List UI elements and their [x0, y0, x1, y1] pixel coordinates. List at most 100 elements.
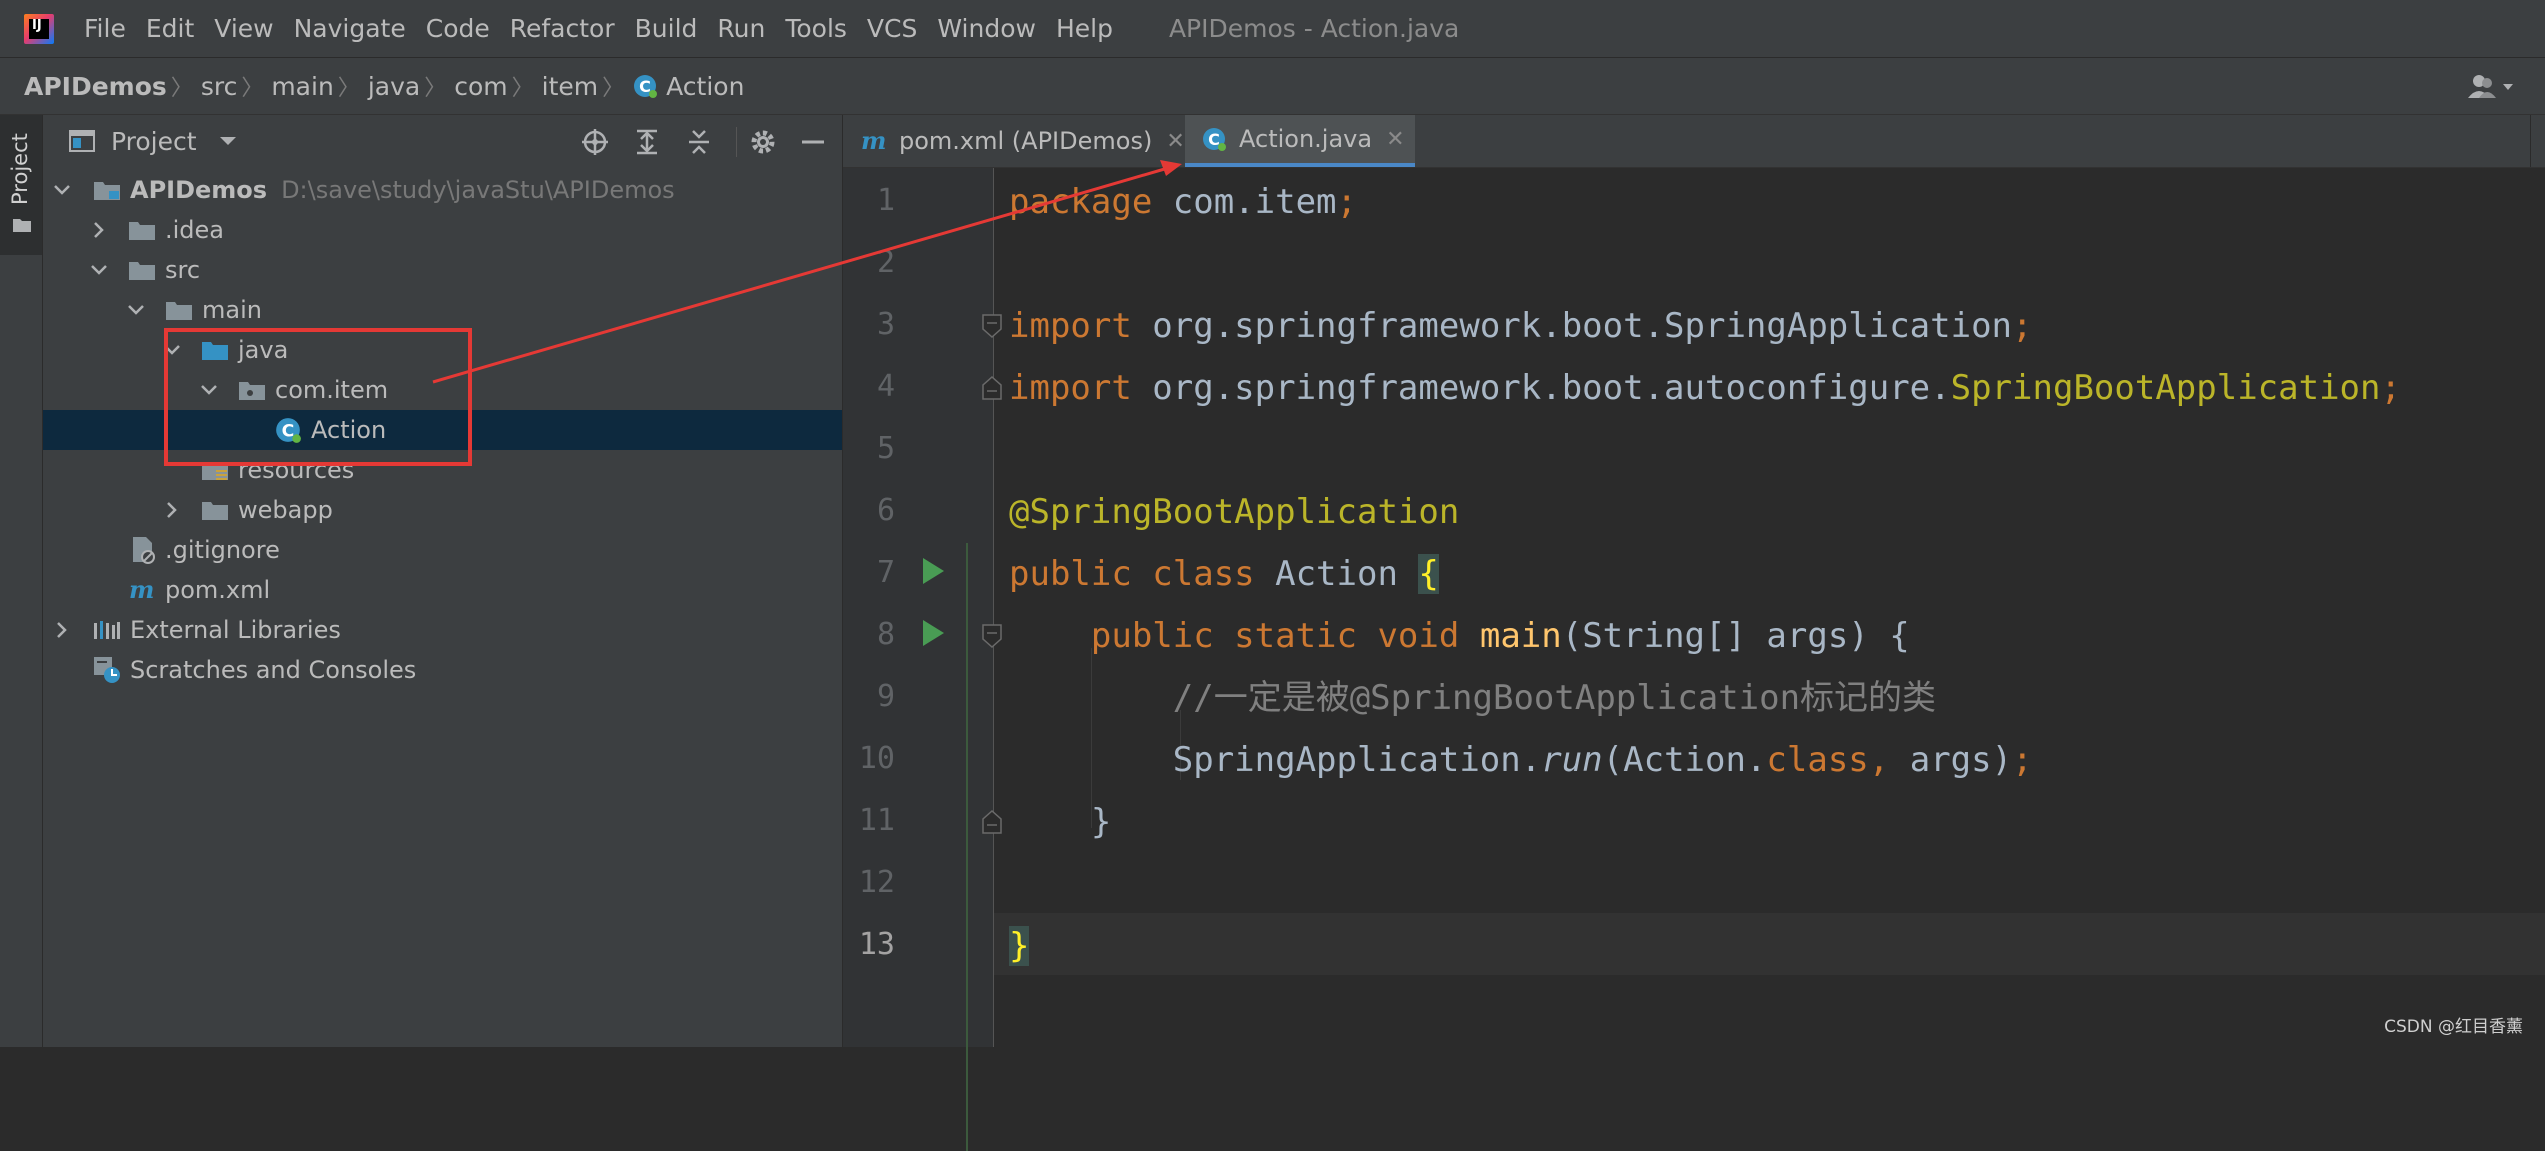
chevron-down-icon[interactable]	[90, 261, 108, 279]
tab-action-java[interactable]: C Action.java ✕	[1185, 115, 1415, 167]
keyword: public static void	[1090, 616, 1460, 656]
tree-label: src	[165, 256, 201, 284]
tree-label: java	[238, 336, 289, 364]
chevron-down-icon[interactable]	[200, 381, 218, 399]
fold-marker-icon[interactable]	[981, 375, 1003, 401]
breadcrumb-java[interactable]: java	[368, 72, 420, 101]
fold-marker-icon[interactable]	[981, 809, 1003, 835]
semicolon: ;	[1336, 182, 1358, 222]
menu-file[interactable]: File	[84, 14, 126, 43]
tree-item-gitignore[interactable]: .gitignore	[43, 530, 842, 570]
method-signature: (String[] args) {	[1561, 616, 1910, 656]
tree-label: com.item	[275, 376, 389, 404]
collapse-all-icon[interactable]	[684, 127, 714, 157]
line-number: 4	[876, 369, 895, 404]
menu-run[interactable]: Run	[717, 14, 765, 43]
resources-folder-icon	[202, 462, 228, 480]
menu-edit[interactable]: Edit	[146, 14, 194, 43]
tree-item-package[interactable]: com.item	[43, 370, 842, 410]
breadcrumb-src[interactable]: src	[201, 72, 238, 101]
close-icon[interactable]: ✕	[1166, 129, 1184, 154]
matched-brace: }	[1009, 926, 1030, 966]
menu-view[interactable]: View	[214, 14, 273, 43]
code-line-7: public class Action {	[1009, 554, 1439, 594]
code-line-4: import org.springframework.boot.autoconf…	[1009, 368, 2401, 408]
menu-tools[interactable]: Tools	[785, 14, 847, 43]
minimize-icon[interactable]	[798, 127, 828, 157]
menu-build[interactable]: Build	[635, 14, 698, 43]
ignore-file-icon	[133, 537, 155, 564]
menu-navigate[interactable]: Navigate	[294, 14, 406, 43]
code-line-3: import org.springframework.boot.SpringAp…	[1009, 306, 2033, 346]
line-number: 5	[876, 431, 895, 466]
chevron-right-icon[interactable]	[53, 621, 71, 639]
expand-all-icon[interactable]	[632, 127, 662, 157]
tree-root-label: APIDemos	[130, 176, 268, 204]
fold-marker-icon[interactable]	[981, 623, 1003, 649]
tree-item-src[interactable]: src	[43, 250, 842, 290]
tree-item-action[interactable]: C Action	[43, 410, 842, 450]
library-icon	[94, 621, 120, 639]
code-line-9: //一定是被@SpringBootApplication标记的类	[1009, 678, 1936, 718]
locate-icon[interactable]	[580, 127, 610, 157]
breadcrumb-file[interactable]: C Action	[632, 72, 744, 101]
java-class-icon: C	[276, 418, 301, 443]
menu-code[interactable]: Code	[426, 14, 490, 43]
annotation: @SpringBootApplication	[1009, 492, 1460, 532]
tree-item-external-libraries[interactable]: External Libraries	[43, 610, 842, 650]
tree-item-webapp[interactable]: webapp	[43, 490, 842, 530]
user-account-icon[interactable]	[2465, 72, 2517, 102]
editor-tab-bar: m pom.xml (APIDemos) ✕ C Action.java ✕	[843, 115, 2545, 168]
tree-item-idea[interactable]: .idea	[43, 210, 842, 250]
menu-help[interactable]: Help	[1056, 14, 1113, 43]
line-number: 13	[858, 927, 895, 962]
chevron-right-icon[interactable]	[90, 221, 108, 239]
package-name: com.item	[1152, 182, 1337, 222]
package-icon	[239, 382, 265, 400]
menu-refactor[interactable]: Refactor	[510, 14, 615, 43]
project-panel-title[interactable]: Project	[111, 127, 197, 156]
tree-label: Scratches and Consoles	[130, 656, 417, 684]
svg-text:m: m	[129, 577, 154, 603]
scope-indicator	[966, 543, 968, 1151]
method-name: main	[1479, 616, 1562, 656]
scratches-icon	[94, 657, 120, 683]
keyword: package	[1009, 182, 1153, 222]
code-editor[interactable]: 1 2 3 4 5 6 7 8 9 10 11 12 13 package co…	[843, 168, 2545, 1151]
chevron-down-icon[interactable]	[219, 135, 237, 147]
header-divider	[736, 127, 737, 157]
tree-label: resources	[238, 456, 355, 484]
import-path: org.springframework.boot.SpringApplicati…	[1131, 306, 2013, 346]
fold-marker-icon[interactable]	[981, 313, 1003, 339]
run-icon[interactable]	[920, 618, 946, 648]
tree-item-main[interactable]: main	[43, 290, 842, 330]
tree-item-pom[interactable]: m pom.xml	[43, 570, 842, 610]
chevron-down-icon[interactable]	[163, 341, 181, 359]
matched-brace: {	[1418, 554, 1439, 594]
tab-pom-xml[interactable]: m pom.xml (APIDemos) ✕	[843, 115, 1185, 167]
run-icon[interactable]	[920, 556, 946, 586]
tree-item-root[interactable]: APIDemos D:\save\study\javaStu\APIDemos	[43, 170, 842, 210]
chevron-down-icon[interactable]	[127, 301, 145, 319]
chevron-down-icon[interactable]	[53, 181, 71, 199]
chevron-right-icon[interactable]	[163, 501, 181, 519]
maven-icon: m	[129, 577, 154, 603]
close-icon[interactable]: ✕	[1386, 127, 1404, 152]
breadcrumb-item[interactable]: item	[542, 72, 598, 101]
breadcrumb-main[interactable]: main	[271, 72, 333, 101]
tree-item-scratches[interactable]: Scratches and Consoles	[43, 650, 842, 690]
class-name: Action	[1254, 554, 1419, 594]
menu-window[interactable]: Window	[937, 14, 1036, 43]
code-line-6: @SpringBootApplication	[1009, 492, 1459, 532]
tree-item-java[interactable]: java	[43, 330, 842, 370]
project-tool-tab[interactable]: Project	[0, 115, 42, 255]
tree-root-path: D:\save\study\javaStu\APIDemos	[281, 176, 675, 204]
breadcrumb-project[interactable]: APIDemos	[24, 72, 167, 101]
menu-vcs[interactable]: VCS	[867, 14, 917, 43]
tree-item-resources[interactable]: resources	[43, 450, 842, 490]
breadcrumb-com[interactable]: com	[454, 72, 507, 101]
gear-icon[interactable]	[748, 127, 778, 157]
